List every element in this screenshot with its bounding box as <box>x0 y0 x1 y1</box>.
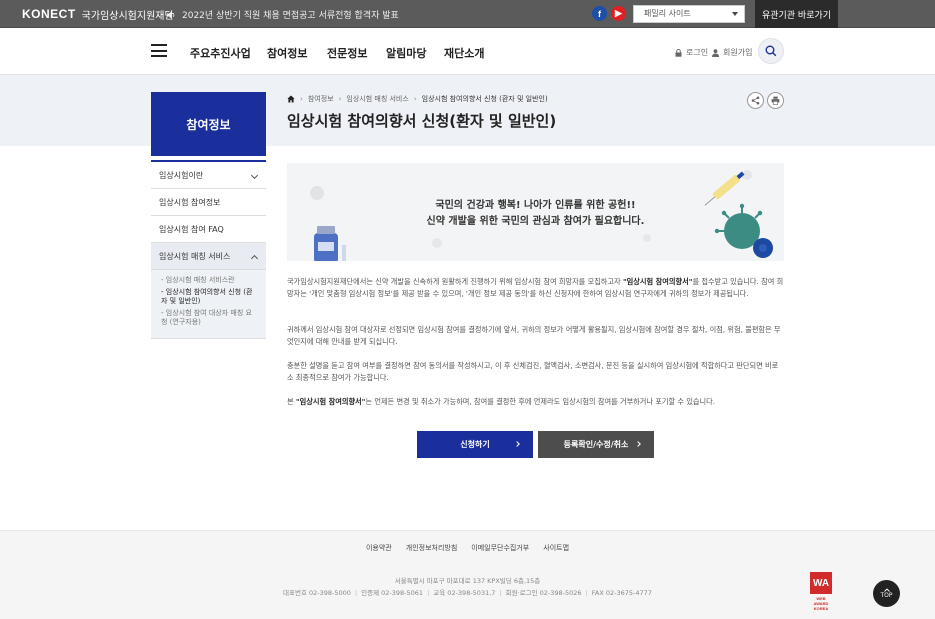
search-icon <box>765 45 777 57</box>
footer-link-sitemap[interactable]: 사이트맵 <box>543 543 569 553</box>
contact-cert: 인증제 02-398-5061 <box>361 589 424 597</box>
sidebar-item-matching-service[interactable]: 임상시험 매칭 서비스 <box>151 243 266 270</box>
intro-text-b: "임상시험 참여의향서" <box>622 277 693 286</box>
print-icon <box>771 96 780 105</box>
home-icon[interactable] <box>287 95 295 103</box>
sidebar-subitem-researcher-request[interactable]: - 임상시험 참여 대상자 매칭 요청 (연구자용) <box>161 309 258 327</box>
search-button[interactable] <box>758 38 784 64</box>
family-site-label: 패밀리 사이트 <box>644 9 691 18</box>
site-logo[interactable]: KONECT 국가임상시험지원재단 <box>22 6 174 22</box>
sidebar-title: 참여정보 <box>151 92 266 156</box>
selection-paragraph: 귀하께서 임상시험 참여 대상자로 선정되면 임상시험 참여를 결정하기에 앞서… <box>287 325 781 346</box>
award-mark: WA <box>810 572 832 594</box>
breadcrumb-separator: › <box>413 95 417 103</box>
breadcrumb-item[interactable]: 참여정보 <box>308 94 334 104</box>
sidebar-subitem-intent-apply[interactable]: - 임상시험 참여의향서 신청 (환자 및 일반인) <box>161 288 258 306</box>
sidebar-menu: 임상시험이란 임상시험 참여정보 임상시험 참여 FAQ 임상시험 매칭 서비스… <box>151 160 266 339</box>
breadcrumb-separator: › <box>338 95 342 103</box>
contact-fax: FAX 02-3675-4777 <box>591 589 652 597</box>
chevron-down-icon <box>250 171 259 180</box>
cancel-text-a: 본 <box>287 397 296 406</box>
check-button-label: 등록확인/수정/취소 <box>563 440 629 449</box>
apply-button-label: 신청하기 <box>460 440 490 449</box>
intro-paragraph: 국가임상시험지원재단에서는 신약 개발을 신속하게 원활하게 진행하기 위해 임… <box>287 276 784 300</box>
notice-ticker[interactable]: 2022년 상반기 직원 채용 면접공고 서류전형 합격자 발표 <box>166 8 399 21</box>
scroll-top-label: TOP <box>880 592 893 599</box>
join-label: 회원가입 <box>723 48 753 57</box>
chevron-up-icon <box>250 254 259 263</box>
nav-item-participation[interactable]: 참여정보 <box>267 45 307 61</box>
main-navigation: 주요추진사업 참여정보 전문정보 알림마당 재단소개 로그인 회원가입 <box>0 28 935 75</box>
family-site-select[interactable]: 패밀리 사이트 <box>633 5 745 23</box>
apply-button[interactable]: 신청하기 <box>417 431 533 458</box>
footer-link-privacy[interactable]: 개인정보처리방침 <box>406 543 458 553</box>
breadcrumb-current: 임상시험 참여의향서 신청 (환자 및 일반인) <box>421 95 548 103</box>
banner-line2: 신약 개발을 위한 국민의 관심과 참여가 필요합니다. <box>426 216 645 227</box>
chevron-right-icon <box>635 441 641 447</box>
sidebar-item-participation-info[interactable]: 임상시험 참여정보 <box>151 189 266 216</box>
nav-item-news[interactable]: 알림마당 <box>386 45 426 61</box>
breadcrumb: › 참여정보 › 임상시험 매칭 서비스 › 임상시험 참여의향서 신청 (환자… <box>287 94 548 104</box>
facebook-icon[interactable]: f <box>592 6 607 21</box>
cancel-text-c: 는 언제든 변경 및 취소가 가능하며, 참여를 결정한 후에 언제라도 임상시… <box>365 397 716 406</box>
contact-edu: 교육 02-398-5031,7 <box>433 589 496 597</box>
check-modify-cancel-button[interactable]: 등록확인/수정/취소 <box>538 431 654 458</box>
banner-line1: 국민의 건강과 행복! 나아가 인류를 위한 공헌!! <box>435 200 636 211</box>
logo-org-name: 국가임상시험지원재단 <box>81 10 174 22</box>
footer-link-terms[interactable]: 이용약관 <box>366 543 392 553</box>
top-utility-bar: KONECT 국가임상시험지원재단 2022년 상반기 직원 채용 면접공고 서… <box>0 0 935 28</box>
sidebar-item-what-is-trial[interactable]: 임상시험이란 <box>151 162 266 189</box>
campaign-banner: 국민의 건강과 행복! 나아가 인류를 위한 공헌!! 신약 개발을 위한 국민… <box>287 163 784 261</box>
page-title: 임상시험 참여의향서 신청(환자 및 일반인) <box>287 112 557 130</box>
award-text: WEB AWARD KOREA <box>813 596 829 611</box>
notice-text: 2022년 상반기 직원 채용 면접공고 서류전형 합격자 발표 <box>182 11 399 21</box>
menu-icon[interactable] <box>151 44 167 57</box>
nav-item-expert[interactable]: 전문정보 <box>327 45 367 61</box>
share-icon <box>751 96 760 105</box>
contact-member: 회원·로그인 02-398-5026 <box>505 589 582 597</box>
contact-main: 대표번호 02-398-5000 <box>283 589 351 597</box>
breadcrumb-separator: › <box>300 95 303 103</box>
nav-item-projects[interactable]: 주요추진사업 <box>190 45 251 61</box>
scroll-top-button[interactable]: TOP <box>873 580 900 607</box>
footer-links: 이용약관 개인정보처리방침 이메일무단수집거부 사이트맵 <box>0 543 935 553</box>
web-award-logo: WA WEB AWARD KOREA <box>810 572 832 612</box>
sidebar-item-label: 임상시험 매칭 서비스 <box>159 251 231 261</box>
speaker-icon <box>167 10 175 19</box>
caret-down-icon <box>732 12 738 16</box>
sidebar-submenu: - 임상시험 매칭 서비스란 - 임상시험 참여의향서 신청 (환자 및 일반인… <box>151 270 266 339</box>
consent-paragraph: 충분한 설명을 듣고 참여 여부를 결정하면 참여 동의서를 작성하시고, 이 … <box>287 361 779 382</box>
login-label: 로그인 <box>686 48 709 57</box>
lock-icon <box>675 48 682 57</box>
user-icon <box>712 48 719 57</box>
footer-address: 서울특별시 마포구 마포대로 137 KPX빌딩 6층,15층 <box>394 577 541 585</box>
sidebar-item-label: 임상시험 참여정보 <box>159 197 221 207</box>
cancel-text-b: "임상시험 참여의향서" <box>295 397 366 406</box>
print-button[interactable] <box>767 92 784 109</box>
chevron-right-icon <box>514 441 520 447</box>
youtube-icon[interactable]: ▶ <box>611 6 626 21</box>
footer-contacts: 대표번호 02-398-5000 | 인증제 02-398-5061 | 교육 02-3… <box>283 589 652 597</box>
logo-mark: KONECT <box>22 7 76 21</box>
footer-link-email-refusal[interactable]: 이메일무단수집거부 <box>471 543 529 553</box>
related-sites-button[interactable]: 유관기관 바로가기 <box>755 0 838 28</box>
sidebar-item-label: 임상시험이란 <box>159 170 204 180</box>
breadcrumb-item[interactable]: 임상시험 매칭 서비스 <box>346 94 408 104</box>
sidebar-item-faq[interactable]: 임상시험 참여 FAQ <box>151 216 266 243</box>
sidebar-subitem-matching-about[interactable]: - 임상시험 매칭 서비스란 <box>161 276 258 285</box>
login-link[interactable]: 로그인 <box>675 47 708 58</box>
cancel-paragraph: 본 "임상시험 참여의향서"는 언제든 변경 및 취소가 가능하며, 참여를 결… <box>287 396 784 408</box>
share-button[interactable] <box>747 92 764 109</box>
join-link[interactable]: 회원가입 <box>712 47 752 58</box>
intro-text-a: 국가임상시험지원재단에서는 신약 개발을 신속하게 원활하게 진행하기 위해 임… <box>287 277 623 286</box>
sidebar-item-label: 임상시험 참여 FAQ <box>159 224 224 234</box>
nav-item-about[interactable]: 재단소개 <box>444 45 484 61</box>
